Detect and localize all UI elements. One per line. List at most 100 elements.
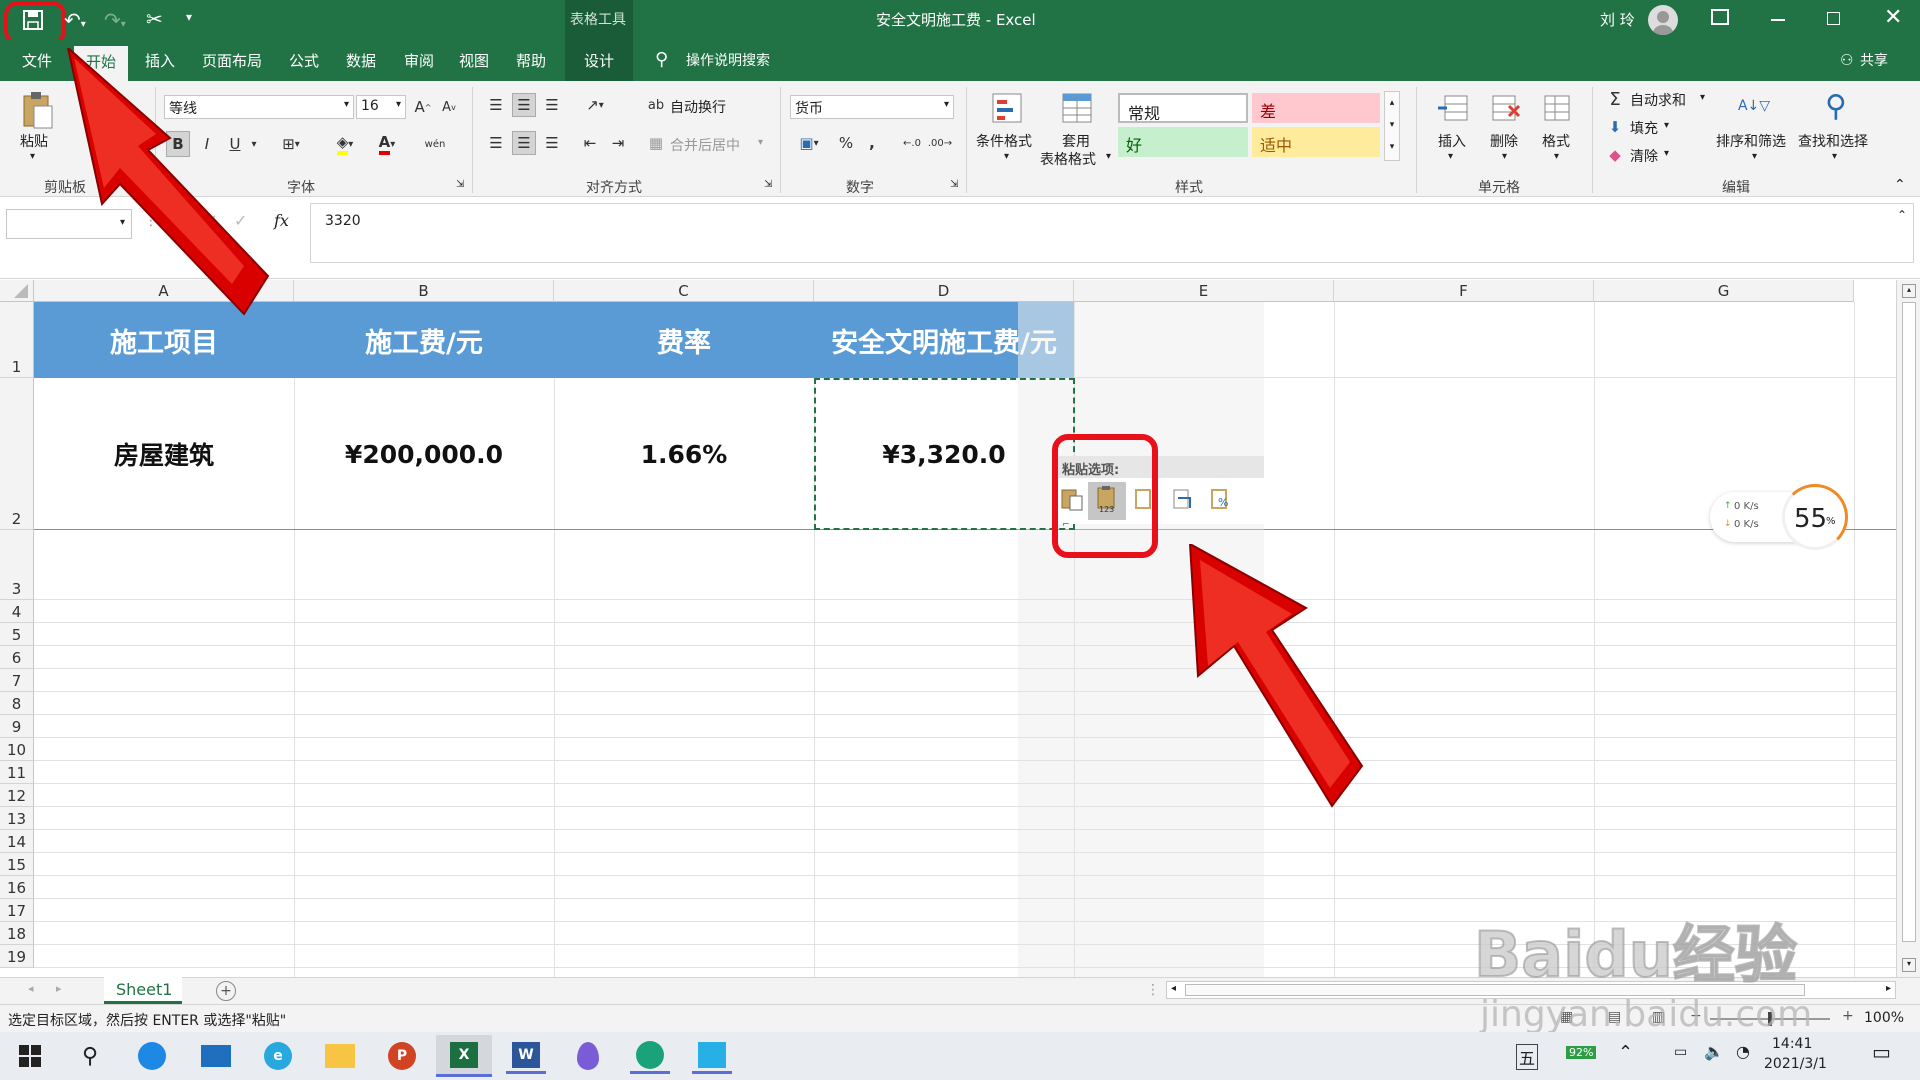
clock-time[interactable]: 14:41 [1772, 1036, 1812, 1052]
add-sheet-icon[interactable]: + [216, 981, 236, 1001]
cut-icon[interactable]: ✂ [146, 7, 163, 31]
row-header[interactable]: 7 [0, 669, 34, 692]
chevron-down-icon[interactable]: ▾ [1106, 151, 1111, 162]
share-button[interactable]: 共享 [1860, 50, 1888, 70]
comma-button[interactable]: , [864, 131, 880, 155]
chevron-down-icon[interactable]: ▾ [1700, 92, 1705, 103]
left-align-icon[interactable]: ☰ [484, 131, 508, 155]
network-speed-widget[interactable]: ↑ 0 K/s ↓ 0 K/s 55 % [1710, 484, 1848, 550]
right-align-icon[interactable]: ☰ [540, 131, 564, 155]
prev-sheet-icon[interactable]: ◂ [28, 982, 34, 995]
paste-formatting-icon[interactable]: % [1208, 484, 1236, 518]
next-sheet-icon[interactable]: ▸ [56, 982, 62, 995]
table-cell[interactable]: 1.66% [554, 378, 814, 530]
row-header[interactable]: 1 [0, 302, 34, 378]
alignment-dialog-launcher[interactable]: ⇲ [764, 179, 772, 190]
row-header[interactable]: 8 [0, 692, 34, 715]
chevron-down-icon[interactable]: ▾ [1664, 120, 1669, 131]
undo-icon[interactable]: ↶▾ [64, 8, 86, 32]
volume-icon[interactable]: 🔈 [1704, 1042, 1724, 1061]
decrease-indent-icon[interactable]: ⇤ [578, 131, 602, 155]
chevron-down-icon[interactable]: ▾ [758, 137, 763, 148]
collapse-ribbon-icon[interactable]: ⌃ [1894, 177, 1906, 193]
font-dialog-launcher[interactable]: ⇲ [456, 179, 464, 190]
expand-formula-icon[interactable]: ⌃ [1897, 208, 1907, 222]
number-dialog-launcher[interactable]: ⇲ [950, 179, 958, 190]
fill-color-icon[interactable]: ◈ ▾ [328, 131, 362, 157]
row-header[interactable]: 5 [0, 623, 34, 646]
ribbon-display-icon[interactable] [1711, 9, 1729, 25]
row-header[interactable]: 13 [0, 807, 34, 830]
battery-icon[interactable]: ▭ [1674, 1044, 1687, 1060]
delete-cells-button[interactable]: 删除 [1490, 131, 1518, 151]
fill-button[interactable]: 填充 [1630, 118, 1658, 138]
number-format-dropdown[interactable]: 货币 ▾ [790, 95, 954, 119]
conditional-format-button[interactable]: 条件格式 [976, 131, 1032, 151]
sort-filter-button[interactable]: 排序和筛选 [1716, 131, 1786, 151]
format-as-table-icon[interactable] [1060, 91, 1094, 125]
scroll-thumb[interactable] [1902, 302, 1916, 942]
scroll-down-icon[interactable]: ▾ [1902, 958, 1916, 972]
format-cells-icon[interactable] [1540, 91, 1574, 125]
top-align-icon[interactable]: ☰ [484, 93, 508, 117]
chevron-down-icon[interactable]: ▾ [1752, 151, 1757, 162]
style-good[interactable]: 好 [1118, 127, 1248, 157]
row-header[interactable]: 9 [0, 715, 34, 738]
font-size-dropdown[interactable]: 16 ▾ [356, 95, 406, 119]
row-header[interactable]: 10 [0, 738, 34, 761]
chevron-down-icon[interactable]: ▾ [1448, 151, 1453, 162]
row-header[interactable]: 6 [0, 646, 34, 669]
notification-icon[interactable]: ▭ [1872, 1040, 1891, 1064]
autosum-button[interactable]: 自动求和 [1630, 90, 1686, 110]
row-header[interactable]: 17 [0, 899, 34, 922]
bottom-align-icon[interactable]: ☰ [540, 93, 564, 117]
clock-date[interactable]: 2021/3/1 [1764, 1056, 1827, 1072]
increase-indent-icon[interactable]: ⇥ [606, 131, 630, 155]
eraser-icon[interactable]: ◆ [1606, 143, 1624, 167]
chevron-down-icon[interactable]: ▾ [1664, 148, 1669, 159]
column-header-b[interactable]: B [294, 280, 554, 302]
percent-button[interactable]: % [834, 131, 858, 155]
table-cell[interactable]: 房屋建筑 [34, 378, 294, 530]
row-header[interactable]: 4 [0, 600, 34, 623]
style-normal[interactable]: 常规 [1118, 93, 1248, 123]
center-align-icon[interactable]: ☰ [512, 131, 536, 155]
format-cells-button[interactable]: 格式 [1542, 131, 1570, 151]
avatar[interactable] [1648, 5, 1678, 35]
style-neutral[interactable]: 适中 [1252, 127, 1380, 157]
word-icon[interactable]: W [506, 1038, 546, 1074]
chevron-down-icon[interactable]: ▾ [1554, 151, 1559, 162]
ime-indicator[interactable]: 五 [1516, 1044, 1539, 1070]
vertical-scrollbar[interactable]: ▴ ▾ [1896, 280, 1920, 977]
orientation-icon[interactable]: ↗ ▾ [578, 93, 612, 117]
insert-cells-button[interactable]: 插入 [1438, 131, 1466, 151]
row-header[interactable]: 15 [0, 853, 34, 876]
find-select-icon[interactable]: ⚲ [1818, 87, 1854, 125]
tab-split-handle[interactable]: ⋮ [1146, 982, 1160, 998]
merge-center-button[interactable]: 合并后居中 [670, 135, 740, 155]
row-header[interactable]: 3 [0, 530, 34, 600]
formula-input[interactable]: 3320 ⌃ [310, 203, 1914, 263]
merge-icon[interactable]: ▦ [646, 131, 666, 155]
table-header-cell[interactable]: 施工费/元 [294, 302, 554, 378]
tab-review[interactable]: 审阅 [404, 50, 434, 71]
close-icon[interactable]: ✕ [1884, 5, 1902, 30]
tray-expand-icon[interactable]: ⌃ [1618, 1042, 1633, 1063]
wrap-text-icon[interactable]: ab [646, 93, 666, 117]
edge-browser-icon[interactable] [630, 1038, 670, 1074]
ie-browser-icon[interactable]: e [258, 1038, 298, 1074]
sort-filter-icon[interactable]: A↓▽ [1736, 89, 1772, 123]
tab-view[interactable]: 视图 [459, 50, 489, 71]
row-header[interactable]: 19 [0, 945, 34, 968]
font-color-icon[interactable]: A ▾ [370, 131, 404, 157]
conditional-format-icon[interactable] [990, 91, 1024, 125]
paste-dropdown[interactable]: ▾ [30, 151, 35, 162]
tab-design[interactable]: 设计 [584, 50, 614, 71]
tab-file[interactable]: 文件 [22, 50, 52, 71]
column-header-c[interactable]: C [554, 280, 814, 302]
column-header-e[interactable]: E [1074, 280, 1334, 302]
file-explorer-icon[interactable] [320, 1038, 360, 1074]
fill-down-icon[interactable]: ⬇ [1606, 115, 1624, 139]
format-as-table-label-1[interactable]: 套用 [1062, 131, 1090, 151]
tell-me-search[interactable]: 操作说明搜索 [686, 50, 770, 70]
